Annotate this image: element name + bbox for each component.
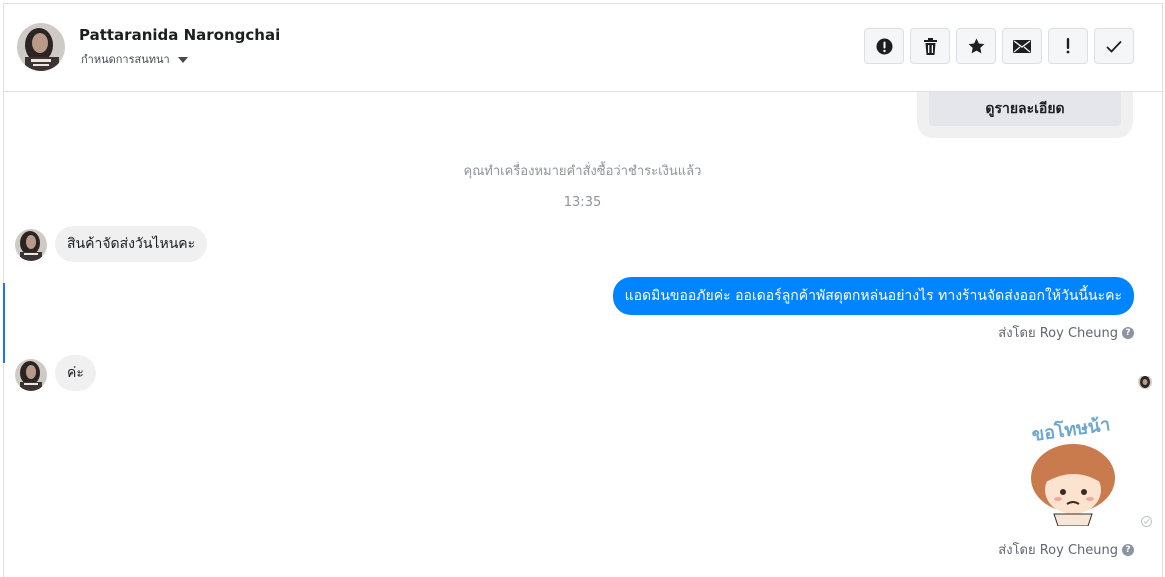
sent-by-label: ส่งโดย Roy Cheung ? <box>998 539 1134 560</box>
contact-avatar-small[interactable] <box>15 359 47 391</box>
envelope-icon <box>1013 39 1031 53</box>
mark-spam-button[interactable] <box>864 28 904 64</box>
exclamation-icon <box>1066 38 1070 54</box>
outgoing-message[interactable]: แอดมินขออภัยค่ะ ออเดอร์ลูกค้าพัสดุตกหล่น… <box>612 277 1134 315</box>
contact-avatar-small[interactable] <box>15 229 47 261</box>
contact-avatar[interactable] <box>17 23 65 71</box>
sent-by-text: ส่งโดย Roy Cheung <box>998 326 1118 341</box>
system-note: คุณทำเครื่องหมายคำสั่งซื้อว่าชำระเงินแล้… <box>463 164 702 179</box>
mark-unread-button[interactable] <box>1002 28 1042 64</box>
order-card: ดูรายละเอียด <box>917 92 1133 138</box>
sent-by-label: ส่งโดย Roy Cheung ? <box>998 322 1134 343</box>
focus-indicator <box>3 283 5 363</box>
contact-name: Pattaranida Narongchai <box>79 26 281 44</box>
incoming-message[interactable]: สินค้าจัดส่งวันไหนคะ <box>55 226 208 262</box>
delivered-icon <box>1141 516 1152 527</box>
trash-icon <box>923 37 937 55</box>
incoming-message[interactable]: ค่ะ <box>55 355 96 391</box>
help-icon[interactable]: ? <box>1122 326 1134 339</box>
conversation-label-text: กำหนดการสนทนา <box>81 53 170 66</box>
mark-done-button[interactable] <box>1094 28 1134 64</box>
sticker-caption: ขอโทษน้า <box>1030 413 1111 446</box>
view-details-button[interactable]: ดูรายละเอียด <box>929 92 1121 126</box>
checkmark-icon <box>1106 40 1122 53</box>
chevron-down-icon <box>177 57 188 63</box>
seen-receipt-avatar <box>1138 375 1152 389</box>
star-icon <box>968 38 984 54</box>
conversation-header: Pattaranida Narongchai กำหนดการสนทนา <box>4 4 1162 92</box>
timestamp: 13:35 <box>563 195 602 210</box>
delete-button[interactable] <box>910 28 950 64</box>
help-icon[interactable]: ? <box>1122 543 1134 556</box>
sent-by-text: ส่งโดย Roy Cheung <box>998 543 1118 558</box>
star-button[interactable] <box>956 28 996 64</box>
mark-important-button[interactable] <box>1048 28 1088 64</box>
action-toolbar <box>864 28 1134 64</box>
alert-circle-icon <box>876 38 892 54</box>
conversation-label-dropdown[interactable]: กำหนดการสนทนา <box>81 50 188 68</box>
sticker-message[interactable]: ขอโทษน้า <box>1018 408 1130 527</box>
